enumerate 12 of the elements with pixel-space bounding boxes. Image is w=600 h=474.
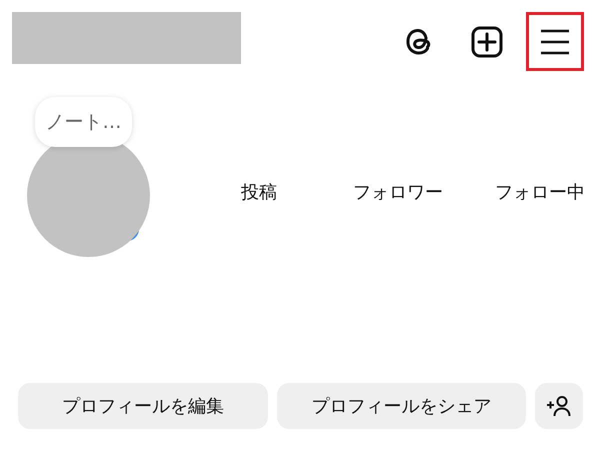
add-person-icon — [546, 395, 572, 417]
note-tooltip[interactable]: ノート… — [35, 97, 132, 147]
stat-label[interactable]: フォロワー — [324, 180, 472, 204]
stat-label[interactable]: 投稿 — [214, 180, 304, 204]
plus-square-icon — [471, 26, 503, 58]
profile-button[interactable]: プロフィールをシェア — [276, 383, 526, 429]
stat-label[interactable]: フォロー中 — [480, 180, 600, 204]
menu-icon — [540, 28, 570, 54]
profile-button[interactable]: プロフィールを編集 — [18, 383, 268, 429]
add-person-button[interactable] — [535, 383, 583, 429]
menu-button[interactable] — [526, 12, 584, 71]
note-text: ノート… — [46, 110, 122, 135]
